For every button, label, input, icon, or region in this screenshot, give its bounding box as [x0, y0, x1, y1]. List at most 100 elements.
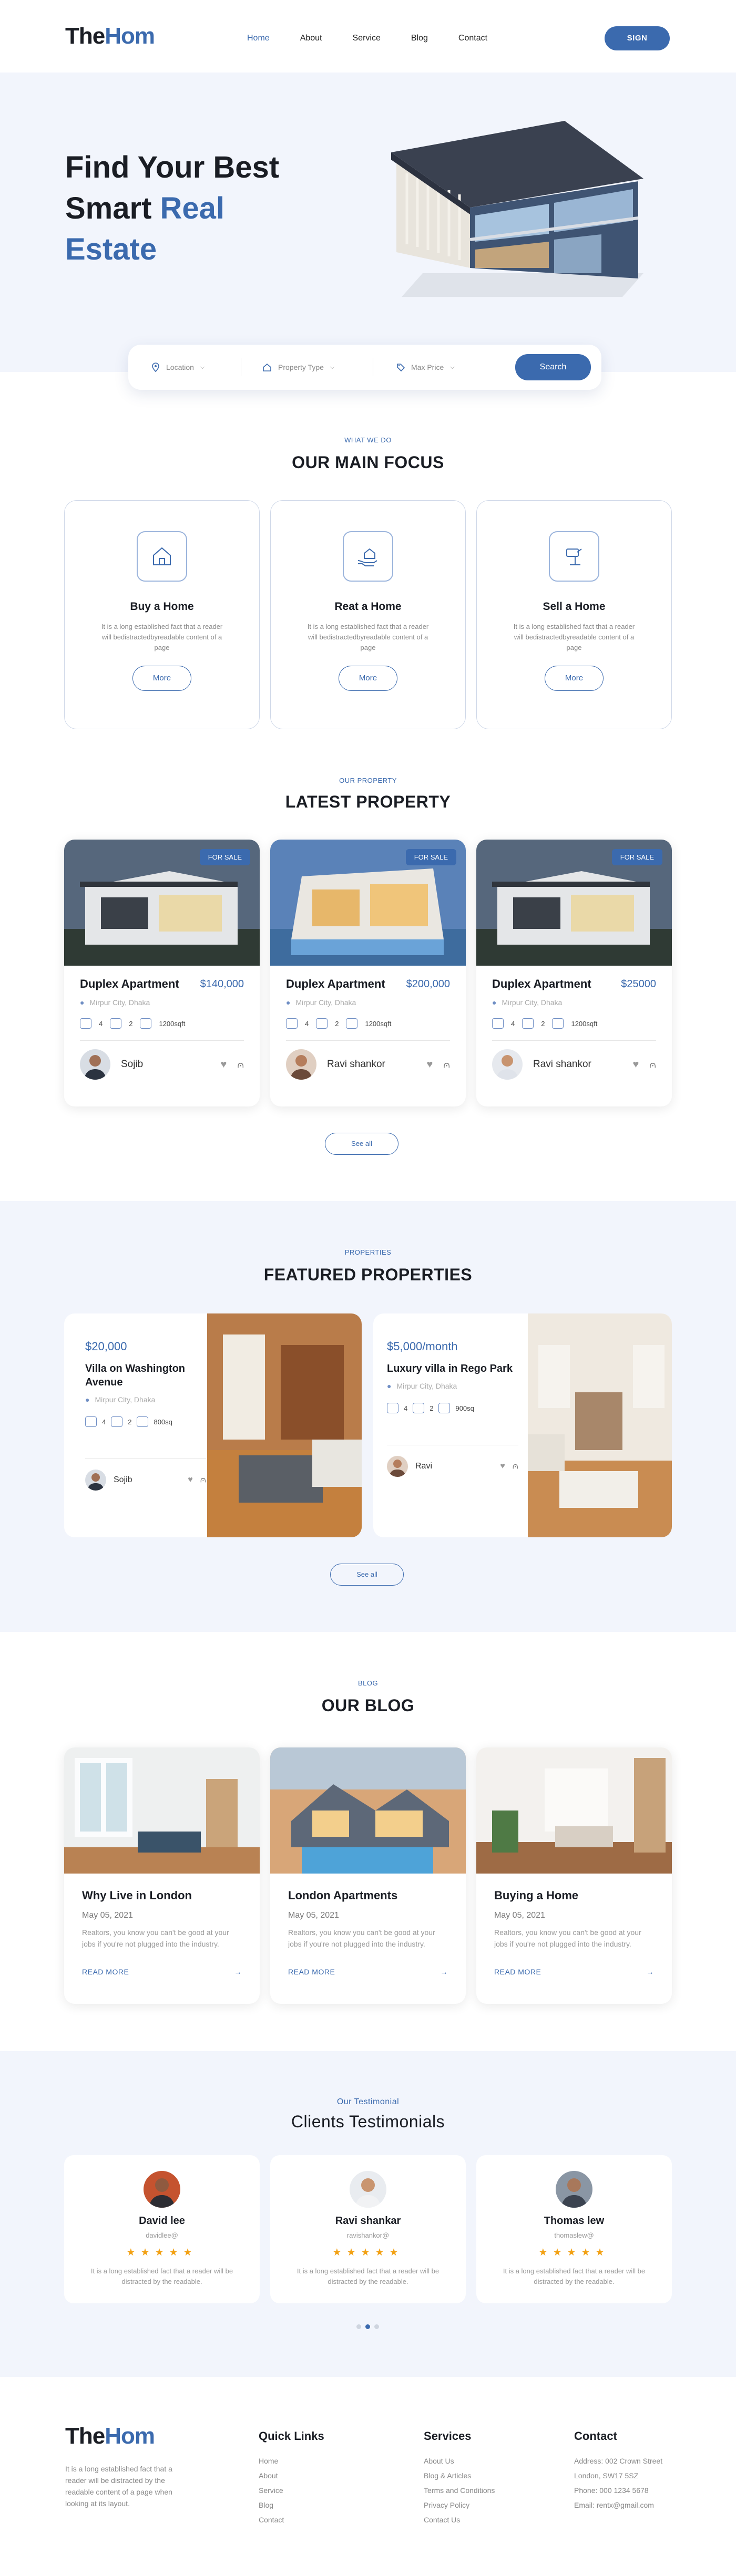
- area-icon: [137, 1416, 149, 1427]
- nav-contact[interactable]: Contact: [458, 34, 487, 43]
- search-button[interactable]: Search: [515, 354, 591, 380]
- heart-icon[interactable]: ♥: [427, 1059, 433, 1071]
- footer-link-about-us[interactable]: About Us: [424, 2454, 495, 2468]
- avatar: [492, 1049, 523, 1080]
- bed-icon: [387, 1403, 398, 1413]
- see-all-button[interactable]: See all: [325, 1133, 398, 1155]
- divider: [85, 1458, 206, 1459]
- area-icon: [346, 1018, 358, 1029]
- see-all-button[interactable]: See all: [330, 1564, 404, 1586]
- area-icon: [140, 1018, 152, 1029]
- blog-title: London Apartments: [288, 1889, 398, 1902]
- chevron-down-icon: ⌵: [450, 364, 455, 370]
- share-icon[interactable]: ⩀: [200, 1475, 206, 1485]
- home-icon: [137, 531, 187, 582]
- location-select[interactable]: Location ⌵: [151, 363, 241, 372]
- for-sale-badge: FOR SALE: [199, 849, 250, 865]
- footer-link-contact[interactable]: Contact: [259, 2512, 284, 2527]
- featured-eyebrow: PROPERTIES: [344, 1248, 392, 1256]
- avatar: [350, 2171, 386, 2208]
- bed-icon: [286, 1018, 298, 1029]
- property-location: ● Mirpur City, Dhaka: [286, 998, 356, 1007]
- testimonial-card: David lee davidlee@ ★★★★★ It is a long e…: [64, 2155, 260, 2303]
- bed-icon: [80, 1018, 91, 1029]
- footer-link-home[interactable]: Home: [259, 2454, 284, 2468]
- location-pin-icon: [152, 363, 159, 372]
- quick-links: Home About Service Blog Contact: [259, 2454, 284, 2527]
- footer-link-service[interactable]: Service: [259, 2483, 284, 2498]
- property-location: ● Mirpur City, Dhaka: [80, 998, 150, 1007]
- property-features: 4 2 1200sqft: [286, 1018, 450, 1029]
- location-pin-icon: ●: [387, 1382, 392, 1390]
- arrow-right-icon[interactable]: →: [441, 1968, 448, 1976]
- owner-name: Ravi shankor: [533, 1059, 591, 1070]
- client-name: David lee: [139, 2215, 185, 2227]
- heart-icon[interactable]: ♥: [633, 1059, 639, 1071]
- property-card[interactable]: FOR SALE Duplex Apartment $25000 ● Mirpur …: [476, 840, 672, 1106]
- share-icon[interactable]: ⩀: [443, 1059, 450, 1070]
- heart-icon[interactable]: ♥: [188, 1475, 193, 1485]
- arrow-right-icon[interactable]: →: [647, 1968, 655, 1976]
- more-button[interactable]: More: [545, 666, 604, 691]
- more-button[interactable]: More: [132, 666, 191, 691]
- nav-service[interactable]: Service: [353, 34, 381, 43]
- property-card[interactable]: FOR SALE Duplex Apartment $140,000 ● Mirpu…: [64, 840, 260, 1106]
- read-more-link[interactable]: READ MORE: [82, 1968, 129, 1976]
- property-price: $140,000: [200, 978, 244, 990]
- main-nav: Home About Service Blog Contact: [247, 34, 518, 43]
- testimonial-text: It is a long established fact that a rea…: [503, 2267, 646, 2285]
- footer-link-terms[interactable]: Terms and Conditions: [424, 2483, 495, 2498]
- bath-icon: [413, 1403, 425, 1413]
- property-price: $25000: [621, 978, 656, 990]
- owner-name: Ravi: [415, 1462, 433, 1471]
- blog-card[interactable]: Why Live in London May 05, 2021 Realtors…: [64, 1747, 260, 2004]
- featured-card[interactable]: $5,000/month Luxury villa in Rego Park ●…: [373, 1313, 672, 1537]
- arrow-right-icon[interactable]: →: [234, 1968, 242, 1976]
- carousel-dot[interactable]: [356, 2324, 361, 2329]
- avatar: [286, 1049, 316, 1080]
- sign-button[interactable]: SIGN: [605, 26, 670, 50]
- owner-name: Ravi shankor: [327, 1059, 385, 1070]
- footer-link-about[interactable]: About: [259, 2468, 284, 2483]
- featured-title: FEATURED PROPERTIES: [263, 1265, 473, 1284]
- footer-logo[interactable]: TheHom: [65, 2423, 155, 2449]
- nav-blog[interactable]: Blog: [411, 34, 428, 43]
- property-card[interactable]: FOR SALE Duplex Apartment $200,000 ● Mirpu…: [270, 840, 466, 1106]
- rating-stars: ★★★★★: [332, 2247, 404, 2258]
- nav-about[interactable]: About: [300, 34, 322, 43]
- share-icon[interactable]: ⩀: [649, 1059, 656, 1070]
- property-image: FOR SALE: [270, 840, 466, 966]
- heart-icon[interactable]: ♥: [500, 1462, 505, 1471]
- heart-icon[interactable]: ♥: [221, 1059, 227, 1071]
- client-handle: davidlee@: [146, 2231, 178, 2239]
- read-more-link[interactable]: READ MORE: [288, 1968, 335, 1976]
- owner-name: Sojib: [114, 1475, 132, 1484]
- contact-email[interactable]: Email: rentx@gmail.com: [574, 2498, 662, 2512]
- property-image: [207, 1313, 362, 1537]
- carousel-dot-active[interactable]: [365, 2324, 370, 2329]
- blog-card[interactable]: London Apartments May 05, 2021 Realtors,…: [270, 1747, 466, 2004]
- focus-title: OUR MAIN FOCUS: [292, 453, 444, 472]
- footer-link-privacy[interactable]: Privacy Policy: [424, 2498, 495, 2512]
- share-icon[interactable]: ⩀: [237, 1059, 244, 1070]
- blog-excerpt: Realtors, you know you can't be good at …: [288, 1928, 435, 1948]
- blog-title: Buying a Home: [494, 1889, 579, 1902]
- nav-home[interactable]: Home: [247, 34, 270, 43]
- contact-phone[interactable]: Phone: 000 1234 5678: [574, 2483, 662, 2498]
- more-button[interactable]: More: [339, 666, 397, 691]
- footer-link-contact-us[interactable]: Contact Us: [424, 2512, 495, 2527]
- featured-card[interactable]: $20,000 Villa on Washington Avenue ● Mirp…: [64, 1313, 362, 1537]
- blog-card[interactable]: Buying a Home May 05, 2021 Realtors, you…: [476, 1747, 672, 2004]
- read-more-link[interactable]: READ MORE: [494, 1968, 541, 1976]
- footer-link-blog-articles[interactable]: Blog & Articles: [424, 2468, 495, 2483]
- divider: [492, 1040, 656, 1041]
- logo[interactable]: TheHom: [65, 23, 155, 49]
- carousel-dot[interactable]: [374, 2324, 379, 2329]
- max-price-select[interactable]: Max Price ⌵: [373, 363, 489, 371]
- footer-link-blog[interactable]: Blog: [259, 2498, 284, 2512]
- share-icon[interactable]: ⩀: [513, 1462, 518, 1471]
- client-name: Thomas lew: [544, 2215, 605, 2227]
- testimonials-title: Clients Testimonials: [291, 2112, 445, 2131]
- bath-icon: [111, 1416, 123, 1427]
- property-type-select[interactable]: Property Type ⌵: [241, 363, 373, 371]
